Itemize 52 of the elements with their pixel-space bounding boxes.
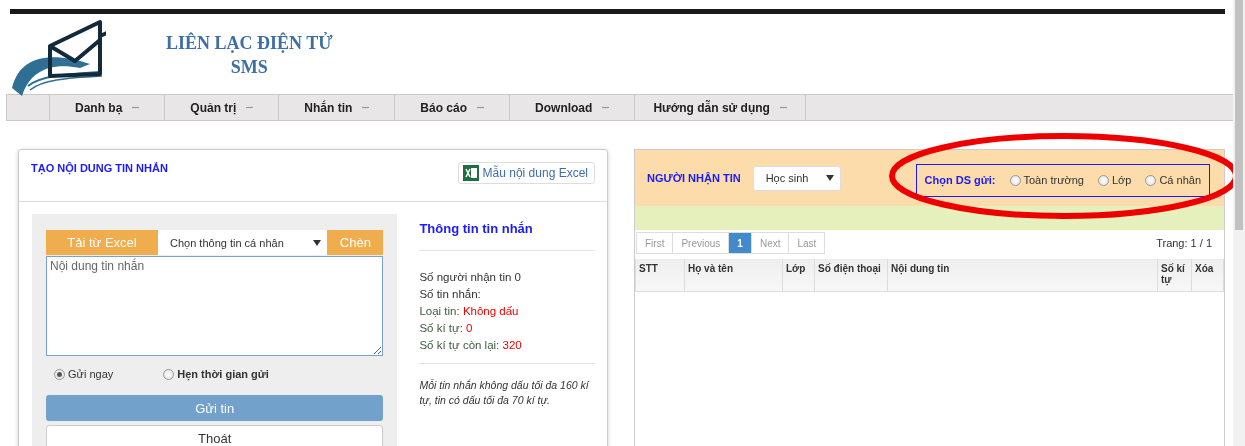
card-title: NGƯỜI NHẬN TIN bbox=[647, 172, 741, 184]
caret-icon bbox=[132, 105, 140, 110]
info-line: Số kí tự: 0 bbox=[419, 322, 474, 334]
caret-icon bbox=[602, 105, 610, 110]
site-title: LIÊN LẠC ĐIỆN TỬ bbox=[166, 31, 333, 55]
dropdown-arrow-icon bbox=[313, 239, 322, 246]
list-label: Chọn DS gửi: bbox=[924, 174, 996, 186]
message-field[interactable]: Nội dung tin nhắn bbox=[46, 256, 384, 356]
field-select[interactable]: Chọn thông tin cá nhân bbox=[158, 230, 328, 255]
site-title: SMS bbox=[230, 56, 268, 79]
radio-option[interactable]: Lớp bbox=[1097, 174, 1132, 186]
template-button[interactable]: Mẫu nội dung Excel bbox=[457, 162, 595, 184]
column-header: Họ và tên bbox=[684, 259, 783, 291]
radio-button[interactable] bbox=[1009, 174, 1021, 186]
scrollbar[interactable] bbox=[1233, 0, 1245, 446]
card-title: TẠO NỘI DUNG TIN NHẮN bbox=[31, 162, 168, 174]
radio-button[interactable] bbox=[1145, 174, 1157, 186]
radio-button[interactable] bbox=[163, 368, 175, 380]
caret-icon bbox=[246, 105, 254, 110]
column-header: Số điện thoại bbox=[814, 259, 888, 291]
radio-button[interactable] bbox=[54, 368, 65, 380]
radio-option[interactable]: Hẹn thời gian gửi bbox=[163, 368, 269, 380]
column-header: Lớp bbox=[782, 259, 815, 291]
page-button[interactable]: 1 bbox=[728, 232, 752, 254]
menu-item[interactable]: Hướng dẫn sử dụng bbox=[635, 95, 806, 120]
caret-icon bbox=[362, 105, 370, 110]
caret-icon bbox=[779, 105, 787, 110]
info-line: Loại tin: Không dấu bbox=[419, 305, 520, 317]
dropdown-arrow-icon bbox=[825, 175, 834, 181]
caret-icon bbox=[477, 105, 485, 110]
menu-item[interactable]: Báo cáo bbox=[395, 95, 511, 120]
spreadsheet-icon bbox=[462, 165, 479, 181]
info-line: Số kí tự còn lại: 320 bbox=[419, 339, 523, 351]
menu-item[interactable]: Danh bạ bbox=[50, 95, 166, 120]
info-line: Số người nhận tin 0 bbox=[419, 271, 522, 283]
recipient-type-select[interactable]: Học sinh bbox=[752, 165, 841, 191]
info-line: Số tin nhắn: bbox=[419, 288, 482, 300]
column-header: STT bbox=[635, 259, 685, 291]
info-note: Mỗi tin nhắn không dấu tối đa 160 kí tự, tin có dấu tối đa 70 kí tự. bbox=[419, 378, 591, 408]
radio-option[interactable]: Cá nhân bbox=[1145, 174, 1201, 186]
info-title: Thông tin tin nhắn bbox=[419, 221, 595, 251]
page-info: Trang: 1 / 1 bbox=[1156, 237, 1212, 249]
menu-item[interactable]: Download bbox=[510, 95, 636, 120]
column-header: Số kí tự bbox=[1157, 259, 1192, 291]
exit-button[interactable]: Thoát bbox=[46, 425, 384, 446]
column-header: Xóa bbox=[1191, 259, 1224, 291]
menu-item[interactable]: Quản trị bbox=[165, 95, 280, 120]
radio-button[interactable] bbox=[1097, 174, 1109, 186]
column-header: Nội dung tin bbox=[887, 259, 1158, 291]
radio-option[interactable]: Gửi ngay bbox=[54, 368, 114, 380]
radio-option[interactable]: Toàn trường bbox=[1009, 174, 1084, 186]
menu-item[interactable]: Nhắn tin bbox=[279, 95, 396, 120]
